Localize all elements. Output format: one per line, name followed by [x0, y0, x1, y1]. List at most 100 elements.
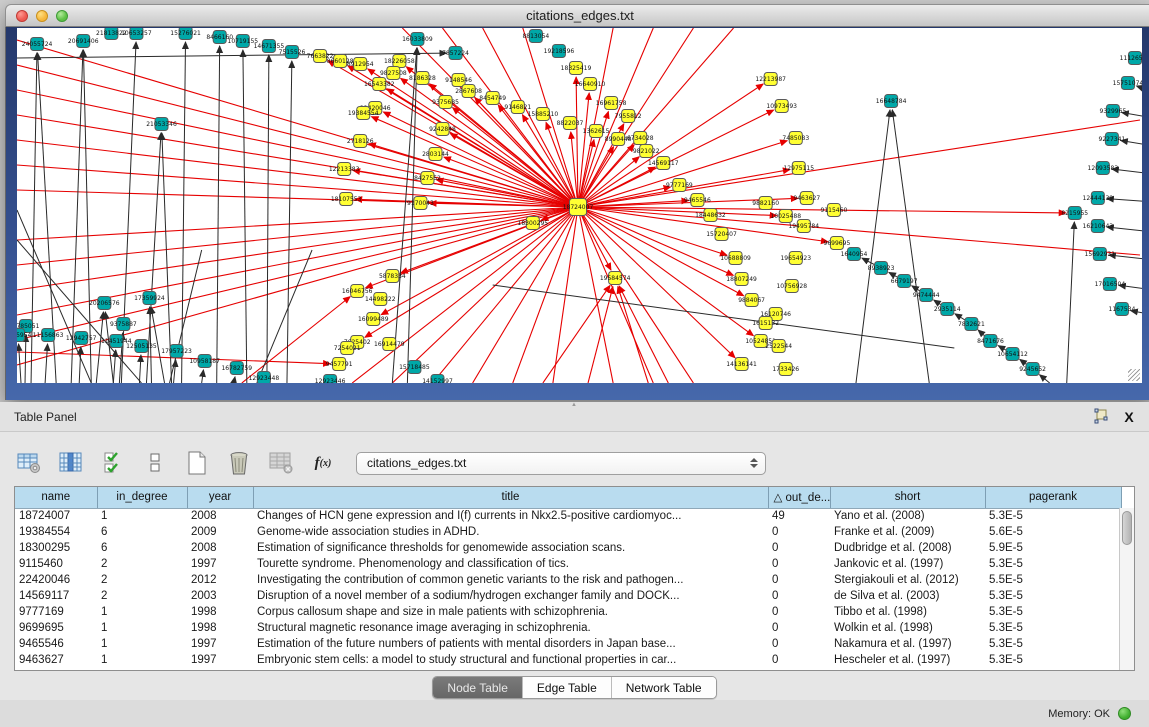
graph-edge[interactable] [578, 28, 734, 207]
graph-node[interactable]: 1733426 [772, 363, 799, 376]
table-cell[interactable]: Dudbridge et al. (2008) [830, 540, 985, 556]
scrollbar-thumb[interactable] [1122, 511, 1132, 545]
graph-edge[interactable] [25, 335, 26, 383]
graph-node[interactable]: 9115460 [821, 204, 848, 217]
graph-edge[interactable] [578, 207, 653, 383]
graph-node[interactable]: 12942757 [66, 332, 97, 345]
float-window-icon[interactable] [1091, 408, 1111, 426]
table-cell[interactable]: Genome-wide association studies in ADHD. [253, 524, 768, 540]
table-cell[interactable]: 1997 [187, 652, 253, 668]
table-cell[interactable]: 1 [97, 604, 187, 620]
graph-edge[interactable] [17, 207, 578, 265]
table-cell[interactable]: 6 [97, 540, 187, 556]
table-cell[interactable]: 1 [97, 620, 187, 636]
table-cell[interactable]: Stergiakouli et al. (2012) [830, 572, 985, 588]
table-cell[interactable]: 1998 [187, 620, 253, 636]
table-cell[interactable]: 2 [97, 572, 187, 588]
graph-node[interactable]: 10654112 [997, 348, 1028, 361]
graph-node[interactable]: 2803144 [422, 148, 449, 161]
graph-edge[interactable] [856, 110, 890, 383]
rows-icon-button[interactable] [140, 448, 170, 478]
graph-node[interactable]: 15751074 [1113, 77, 1142, 90]
table-row[interactable]: 1456911722003Disruption of a novel membe… [15, 588, 1121, 604]
graph-node[interactable]: 19218596 [544, 45, 575, 58]
graph-node[interactable]: 9329965 [1100, 105, 1127, 118]
graph-node[interactable]: 10688809 [720, 252, 751, 265]
table-cell[interactable]: 2009 [187, 524, 253, 540]
graph-edge[interactable] [79, 347, 81, 383]
table-row[interactable]: 1872400712008Changes of HCN gene express… [15, 508, 1121, 524]
graph-node[interactable]: 19654923 [780, 252, 811, 265]
graph-node[interactable]: 12213383 [329, 163, 360, 176]
graph-node[interactable]: 7955812 [615, 110, 642, 123]
graph-edge[interactable] [17, 190, 578, 207]
graph-node[interactable]: 7832621 [958, 318, 985, 331]
graph-node[interactable]: 16648784 [876, 95, 907, 108]
table-cell[interactable]: 19384554 [15, 524, 97, 540]
graph-edge[interactable] [1067, 222, 1075, 383]
table-cell[interactable]: Tourette syndrome. Phenomenology and cla… [253, 556, 768, 572]
table-cell[interactable]: 9777169 [15, 604, 97, 620]
table-cell[interactable]: 0 [768, 604, 830, 620]
graph-node[interactable]: 17016504 [1095, 278, 1126, 291]
graph-node[interactable]: 15885210 [528, 108, 559, 121]
graph-edge[interactable] [473, 207, 578, 383]
citation-network-graph[interactable]: 2405572420691406218138221065325715276021… [17, 28, 1142, 383]
table-row[interactable]: 1830029562008Estimation of significance … [15, 540, 1121, 556]
graph-edge[interactable] [17, 90, 578, 207]
table-cell[interactable]: 2 [97, 556, 187, 572]
show-columns-button[interactable] [56, 448, 86, 478]
table-cell[interactable]: 5.9E-5 [985, 540, 1121, 556]
table-cell[interactable]: 49 [768, 508, 830, 524]
column-header-year[interactable]: year [187, 487, 253, 508]
table-cell[interactable]: 14569117 [15, 588, 97, 604]
graph-node[interactable]: 2935114 [934, 303, 961, 316]
graph-node[interactable]: 9245652 [1019, 363, 1046, 376]
table-cell[interactable]: 5.3E-5 [985, 652, 1121, 668]
table-cell[interactable]: Embryonic stem cells: a model to study s… [253, 652, 768, 668]
graph-node[interactable]: 19495784 [788, 220, 819, 233]
graph-node[interactable]: 20206576 [89, 297, 120, 310]
graph-node[interactable]: 12923446 [315, 375, 346, 384]
graph-node[interactable]: 24055724 [22, 38, 53, 51]
network-table-select[interactable]: citations_edges.txt [356, 452, 766, 475]
table-cell[interactable]: 0 [768, 524, 830, 540]
graph-edge[interactable] [45, 344, 47, 383]
graph-node[interactable]: 15720407 [706, 228, 737, 241]
table-cell[interactable]: Changes of HCN gene expression and I(f) … [253, 508, 768, 524]
graph-node[interactable]: 21053346 [146, 118, 177, 131]
table-vertical-scrollbar[interactable] [1119, 508, 1134, 670]
graph-node[interactable]: 10653257 [121, 28, 152, 40]
graph-node[interactable]: 19584574 [600, 272, 631, 285]
graph-node[interactable]: 12093583 [1088, 162, 1119, 175]
graph-node[interactable]: 8186328 [409, 72, 436, 85]
table-cell[interactable]: 9115460 [15, 556, 97, 572]
table-cell[interactable]: 0 [768, 540, 830, 556]
table-row[interactable]: 969969511998Structural magnetic resonanc… [15, 620, 1121, 636]
column-header-pagerank[interactable]: pagerank [985, 487, 1121, 508]
graph-node[interactable]: 9465546 [684, 194, 711, 207]
graph-edge[interactable] [578, 207, 744, 296]
column-header-title[interactable]: title [253, 487, 768, 508]
table-cell[interactable]: 1997 [187, 556, 253, 572]
graph-node[interactable]: 16914479 [374, 338, 405, 351]
table-cell[interactable]: Structural magnetic resonance image aver… [253, 620, 768, 636]
graph-edge[interactable] [113, 350, 115, 383]
table-cell[interactable]: 2008 [187, 508, 253, 524]
table-cell[interactable]: 5.6E-5 [985, 524, 1121, 540]
table-cell[interactable]: Estimation of the future numbers of pati… [253, 636, 768, 652]
graph-node[interactable]: 12213987 [755, 73, 786, 86]
graph-edge[interactable] [17, 53, 447, 58]
table-cell[interactable]: Jankovic et al. (1997) [830, 556, 985, 572]
table-cell[interactable]: 5.3E-5 [985, 620, 1121, 636]
tab-node-table[interactable]: Node Table [433, 677, 523, 698]
table-cell[interactable]: 5.3E-5 [985, 636, 1121, 652]
graph-node[interactable]: 9375887 [110, 318, 137, 331]
table-cell[interactable]: 5.5E-5 [985, 572, 1121, 588]
table-cell[interactable]: Franke et al. (2009) [830, 524, 985, 540]
graph-node[interactable]: 5878334 [379, 270, 406, 283]
function-builder-button[interactable]: f(x) [308, 448, 338, 478]
canvas-resize-grip[interactable] [1128, 369, 1140, 381]
graph-node[interactable]: 17957223 [161, 345, 192, 358]
graph-node[interactable]: 9882160 [752, 197, 779, 210]
